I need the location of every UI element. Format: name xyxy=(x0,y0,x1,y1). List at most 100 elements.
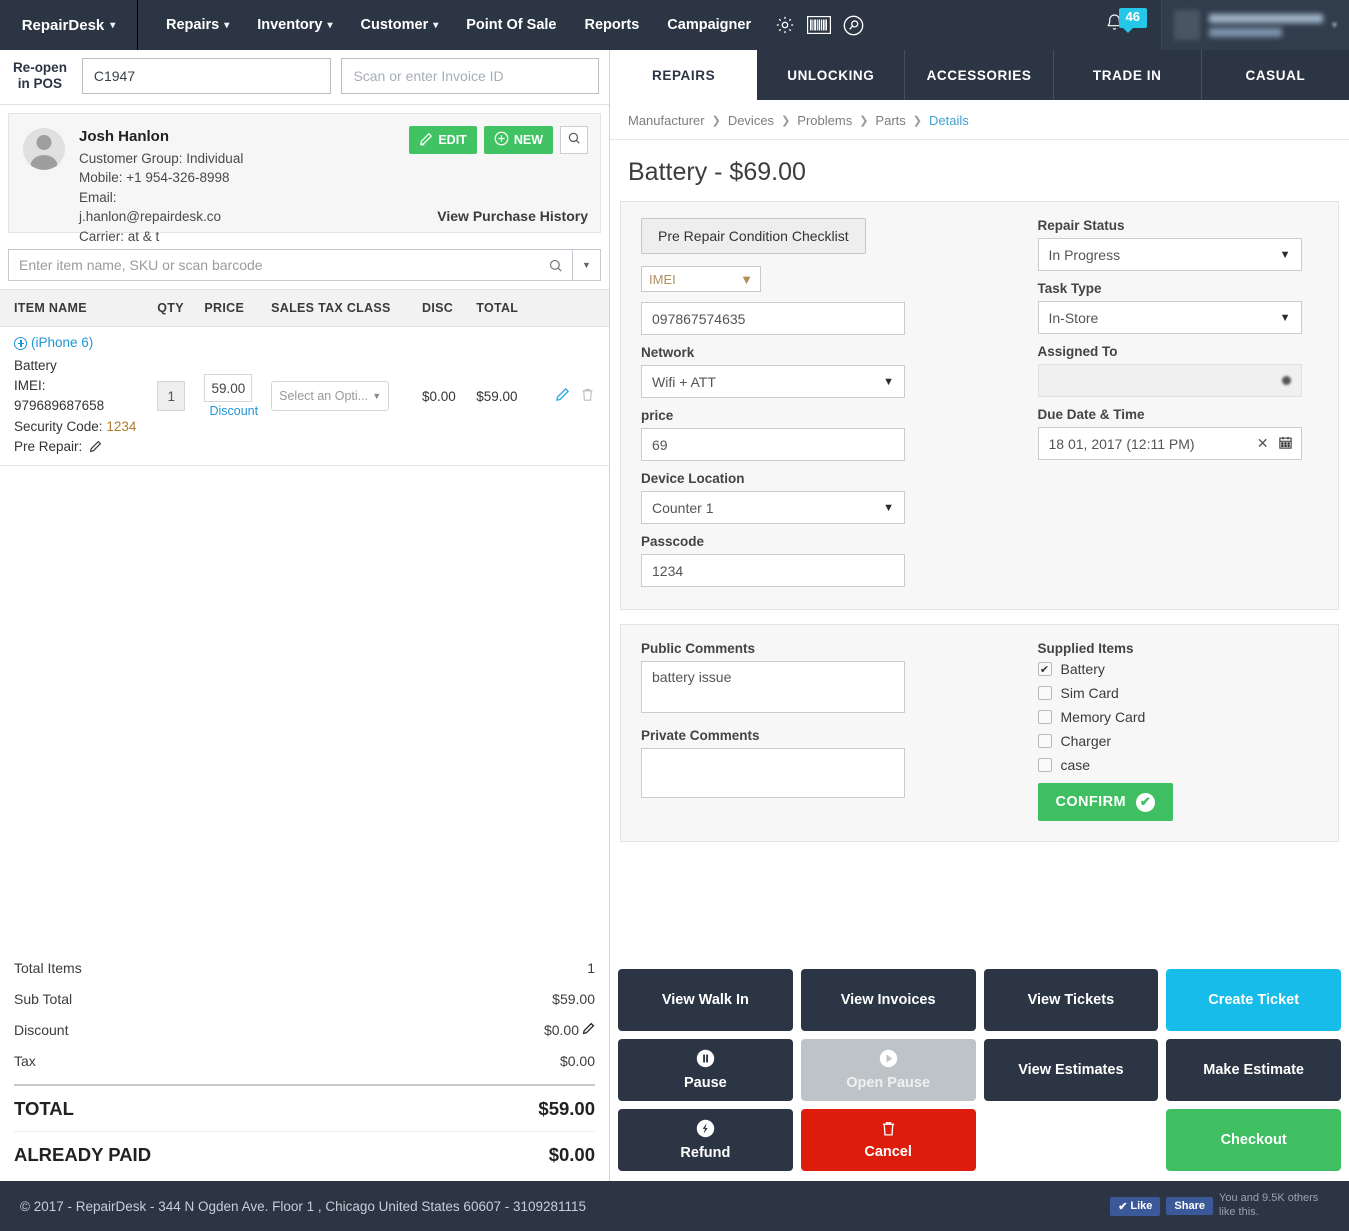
supplied-item-case[interactable]: case xyxy=(1037,757,1319,773)
checkbox-memory-card[interactable] xyxy=(1037,710,1052,724)
security-code-label: Security Code: xyxy=(14,418,103,434)
supplied-item-sim-card[interactable]: Sim Card xyxy=(1037,685,1319,701)
tab-unlocking[interactable]: UNLOCKING xyxy=(757,50,905,100)
cart-totals: Total Items 1 Sub Total $59.00 Discount … xyxy=(0,952,609,1181)
repair-form-body: Manufacturer ❯ Devices ❯ Problems ❯ Part… xyxy=(610,100,1349,1181)
supplied-item-battery[interactable]: ✔ Battery xyxy=(1037,661,1319,677)
edit-customer-button[interactable]: EDIT xyxy=(409,126,477,154)
tab-accessories[interactable]: ACCESSORIES xyxy=(904,50,1053,100)
new-customer-button[interactable]: NEW xyxy=(483,126,553,154)
device-location-value: Counter 1 xyxy=(652,499,714,516)
facebook-share-button[interactable]: Share xyxy=(1166,1197,1213,1215)
ticket-id-input[interactable] xyxy=(81,58,332,94)
due-date-label: Due Date & Time xyxy=(1037,407,1145,422)
barcode-icon[interactable] xyxy=(807,16,832,34)
search-icon[interactable] xyxy=(538,250,572,280)
nav-item-inventory[interactable]: Inventory ▾ xyxy=(243,0,346,50)
nav-icon-group xyxy=(765,15,874,36)
pencil-icon[interactable] xyxy=(89,439,102,459)
supplied-item-memory-card[interactable]: Memory Card xyxy=(1037,709,1319,725)
copyright-text: © 2017 - RepairDesk - 344 N Ogden Ave. F… xyxy=(20,1198,587,1214)
passcode-input[interactable] xyxy=(641,554,905,587)
nav-item-campaigner[interactable]: Campaigner xyxy=(653,0,765,50)
brand-menu[interactable]: RepairDesk ▾ xyxy=(0,0,138,50)
task-type-select[interactable]: In-Store ▼ xyxy=(1037,301,1302,334)
cancel-button[interactable]: Cancel xyxy=(800,1109,976,1171)
search-dropdown-toggle[interactable]: ▼ xyxy=(572,250,600,280)
nav-item-customer[interactable]: Customer ▾ xyxy=(347,0,453,50)
search-customer-button[interactable] xyxy=(560,126,588,154)
col-qty: QTY xyxy=(153,290,201,327)
customer-card: Josh Hanlon Customer Group: Individual M… xyxy=(8,113,601,244)
view-invoices-button[interactable]: View Invoices xyxy=(800,969,976,1031)
edit-line-item-icon[interactable] xyxy=(555,388,574,405)
view-estimates-button[interactable]: View Estimates xyxy=(983,1039,1159,1101)
make-estimate-button[interactable]: Make Estimate xyxy=(1166,1039,1341,1101)
breadcrumb-details[interactable]: Details xyxy=(929,113,969,128)
main-menu: Repairs ▾ Inventory ▾ Customer ▾ Point O… xyxy=(138,0,874,50)
assigned-to-select[interactable] xyxy=(1037,364,1302,397)
checkbox-case[interactable] xyxy=(1037,758,1052,772)
pause-button[interactable]: Pause xyxy=(618,1039,793,1101)
calendar-icon[interactable] xyxy=(1278,435,1293,453)
tab-trade-in[interactable]: TRADE IN xyxy=(1052,50,1201,100)
user-account-menu[interactable]: ▾ xyxy=(1161,0,1349,50)
search-input[interactable] xyxy=(9,250,538,280)
sales-tax-class-select[interactable]: Select an Opti... ▼ xyxy=(271,381,390,412)
supplied-item-charger[interactable]: Charger xyxy=(1037,733,1319,749)
invoice-id-input[interactable] xyxy=(341,58,599,94)
breadcrumb-problems[interactable]: Problems xyxy=(797,113,852,128)
breadcrumb-parts[interactable]: Parts xyxy=(875,113,905,128)
breadcrumb-devices[interactable]: Devices xyxy=(728,113,774,128)
nav-item-repairs[interactable]: Repairs ▾ xyxy=(152,0,243,50)
open-pause-button[interactable]: Open Pause xyxy=(800,1039,976,1101)
confirm-button[interactable]: CONFIRM ✔ xyxy=(1037,783,1173,821)
grand-total-label: TOTAL xyxy=(14,1098,74,1119)
breadcrumb-manufacturer[interactable]: Manufacturer xyxy=(628,113,705,128)
expand-device-link[interactable]: (iPhone 6) xyxy=(14,333,93,353)
price-input[interactable] xyxy=(641,428,905,461)
imei-input[interactable] xyxy=(641,302,905,335)
edit-discount-icon[interactable] xyxy=(582,1022,595,1038)
delete-line-item-icon[interactable] xyxy=(580,389,595,405)
tab-repairs[interactable]: REPAIRS xyxy=(610,50,758,100)
due-date-input[interactable]: 18 01, 2017 (12:11 PM) ✕ xyxy=(1037,427,1302,460)
private-comments-textarea[interactable] xyxy=(641,748,905,798)
nav-item-reports[interactable]: Reports xyxy=(571,0,654,50)
view-tickets-button[interactable]: View Tickets xyxy=(983,969,1159,1031)
grand-total-value: $59.00 xyxy=(538,1098,595,1119)
price-input[interactable]: 59.00 xyxy=(204,374,253,403)
chevron-down-icon: ▾ xyxy=(1331,19,1337,31)
col-item-name: ITEM NAME xyxy=(0,290,154,327)
notifications-button[interactable]: 46 xyxy=(1095,0,1161,50)
facebook-like-button[interactable]: ✔ Like xyxy=(1110,1196,1161,1216)
identifier-type-select[interactable]: IMEI ▼ xyxy=(641,266,761,292)
clear-date-icon[interactable]: ✕ xyxy=(1257,435,1269,452)
checkbox-charger[interactable] xyxy=(1037,734,1052,748)
chevron-right-icon: ❯ xyxy=(859,115,869,127)
quantity-stepper[interactable]: 1 xyxy=(157,381,186,412)
checkbox-sim-card[interactable] xyxy=(1037,686,1052,700)
create-ticket-button[interactable]: Create Ticket xyxy=(1166,969,1341,1031)
discount-link[interactable]: Discount xyxy=(204,404,263,418)
checkout-button[interactable]: Checkout xyxy=(1166,1109,1341,1171)
public-comments-textarea[interactable]: battery issue xyxy=(641,661,905,713)
check-icon: ✔ xyxy=(1118,1200,1128,1213)
refund-button[interactable]: Refund xyxy=(618,1109,793,1171)
pre-repair-condition-checklist-button[interactable]: Pre Repair Condition Checklist xyxy=(641,218,866,254)
device-location-select[interactable]: Counter 1 ▼ xyxy=(641,491,905,524)
repair-detail-panel: REPAIRS UNLOCKING ACCESSORIES TRADE IN C… xyxy=(610,50,1349,1181)
search-circle-icon[interactable] xyxy=(843,15,864,36)
network-select[interactable]: Wifi + ATT ▼ xyxy=(641,365,905,398)
nav-item-point-of-sale[interactable]: Point Of Sale xyxy=(452,0,570,50)
view-walk-in-button[interactable]: View Walk In xyxy=(618,969,793,1031)
cart-items-table: ITEM NAME QTY PRICE SALES TAX CLASS DISC… xyxy=(0,290,609,467)
sub-total-label: Sub Total xyxy=(14,991,73,1007)
page-footer: © 2017 - RepairDesk - 344 N Ogden Ave. F… xyxy=(0,1181,1349,1231)
private-comments-label: Private Comments xyxy=(641,728,760,743)
view-purchase-history-link[interactable]: View Purchase History xyxy=(437,208,588,224)
repair-status-select[interactable]: In Progress ▼ xyxy=(1037,238,1302,271)
checkbox-battery[interactable]: ✔ xyxy=(1037,662,1052,676)
gear-icon[interactable] xyxy=(775,15,795,35)
tab-casual[interactable]: CASUAL xyxy=(1200,50,1349,100)
